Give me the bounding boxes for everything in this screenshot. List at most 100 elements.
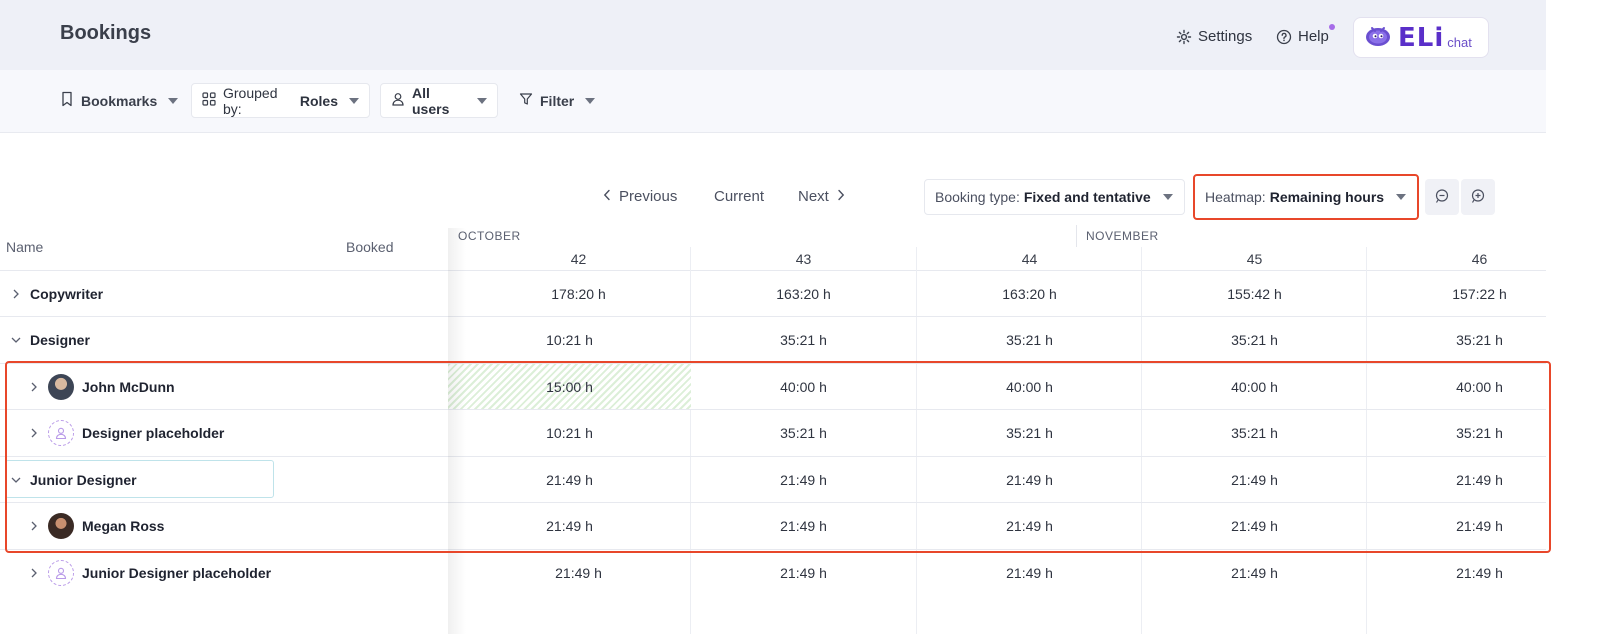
- table-cell[interactable]: 21:49 h: [917, 550, 1142, 596]
- cell-value: 21:49 h: [780, 518, 827, 534]
- help-button[interactable]: Help: [1276, 28, 1329, 45]
- cell-value: 35:21 h: [1006, 332, 1053, 348]
- funnel-icon: [519, 92, 533, 109]
- table-cell[interactable]: 35:21 h: [1142, 317, 1367, 363]
- cell-value: 21:49 h: [780, 565, 827, 581]
- previous-button[interactable]: Previous: [603, 188, 677, 205]
- bookmarks-label: Bookmarks: [81, 92, 158, 109]
- table-cell[interactable]: 35:21 h: [1367, 317, 1592, 363]
- table-cell[interactable]: 10:21 h: [448, 317, 691, 363]
- chevron-right-icon[interactable]: [28, 381, 40, 393]
- cell-value: 35:21 h: [1456, 425, 1503, 441]
- table-row[interactable]: John McDunn 15:00 h 40:00 h 40:00 h 40:0…: [0, 364, 1546, 410]
- table-cell[interactable]: 10:21 h: [448, 410, 691, 456]
- zoom-in-button[interactable]: [1461, 179, 1495, 215]
- table-cell[interactable]: 21:49 h: [1367, 550, 1592, 596]
- row-label-designer-placeholder[interactable]: Designer placeholder: [28, 410, 224, 456]
- table-cell[interactable]: 21:49 h: [917, 503, 1142, 549]
- users-dropdown[interactable]: All users: [380, 83, 498, 118]
- row-label-junior-designer-placeholder[interactable]: Junior Designer placeholder: [28, 550, 271, 596]
- month-divider: [1076, 225, 1077, 247]
- table-cell[interactable]: 35:21 h: [691, 410, 916, 456]
- caret-down-icon: [168, 97, 179, 104]
- eli-chat-button[interactable]: ELi chat: [1353, 17, 1489, 58]
- chevron-left-icon: [603, 188, 611, 205]
- table-cell[interactable]: 157:22 h: [1367, 271, 1592, 317]
- table-cell[interactable]: 40:00 h: [1142, 364, 1367, 410]
- grouped-by-dropdown[interactable]: Grouped by: Roles: [191, 83, 370, 118]
- cell-value: 10:21 h: [546, 425, 593, 441]
- table-cell[interactable]: 21:49 h: [448, 457, 691, 503]
- row-label-john-mcdunn[interactable]: John McDunn: [28, 364, 175, 410]
- table-cell[interactable]: 21:49 h: [691, 503, 916, 549]
- table-cell[interactable]: 35:21 h: [1367, 410, 1592, 456]
- table-cell[interactable]: 178:20 h: [466, 271, 691, 317]
- user-icon: [391, 92, 405, 109]
- row-label-text: Designer placeholder: [82, 425, 225, 441]
- chevron-right-icon[interactable]: [28, 567, 40, 579]
- table-cell[interactable]: 21:49 h: [448, 503, 691, 549]
- table-cell[interactable]: 35:21 h: [691, 317, 916, 363]
- column-header-booked[interactable]: Booked: [346, 239, 393, 255]
- column-header-name[interactable]: Name: [6, 239, 43, 255]
- filter-bar: Bookmarks Grouped by: Roles All users Fi…: [0, 70, 1546, 133]
- booking-type-dropdown[interactable]: Booking type: Fixed and tentative: [924, 179, 1185, 215]
- table-cell[interactable]: 21:49 h: [917, 457, 1142, 503]
- heatmap-prefix: Heatmap:: [1205, 189, 1266, 205]
- table-cell[interactable]: 155:42 h: [1142, 271, 1367, 317]
- row-label-junior-designer[interactable]: Junior Designer: [10, 457, 137, 503]
- table-cell[interactable]: 15:00 h: [448, 364, 691, 410]
- row-label-copywriter[interactable]: Copywriter: [10, 271, 103, 317]
- next-button[interactable]: Next: [798, 188, 845, 205]
- table-cell[interactable]: 163:20 h: [917, 271, 1142, 317]
- table-row[interactable]: Designer 10:21 h 35:21 h 35:21 h 35:21 h…: [0, 317, 1546, 363]
- chevron-right-icon[interactable]: [28, 520, 40, 532]
- settings-button[interactable]: Settings: [1176, 28, 1252, 45]
- cell-value: 35:21 h: [1456, 332, 1503, 348]
- zoom-out-icon: [1434, 188, 1450, 207]
- eli-mascot-icon: [1364, 24, 1392, 51]
- table-row[interactable]: Designer placeholder 10:21 h 35:21 h 35:…: [0, 410, 1592, 456]
- table-cell[interactable]: 40:00 h: [691, 364, 916, 410]
- current-button[interactable]: Current: [714, 188, 764, 205]
- table-cell[interactable]: 21:49 h: [691, 550, 916, 596]
- table-row[interactable]: Copywriter 178:20 h 163:20 h 163:20 h 15…: [0, 271, 1592, 317]
- row-label-designer[interactable]: Designer: [10, 317, 90, 363]
- table-cell[interactable]: 21:49 h: [1142, 550, 1367, 596]
- booking-type-value: Fixed and tentative: [1023, 189, 1151, 205]
- table-row[interactable]: Junior Designer 21:49 h 21:49 h 21:49 h …: [0, 457, 1592, 503]
- cell-value: 21:49 h: [1006, 518, 1053, 534]
- table-cell[interactable]: 21:49 h: [466, 550, 691, 596]
- chevron-right-icon: [837, 188, 845, 205]
- chevron-down-icon[interactable]: [10, 334, 22, 346]
- page-title: Bookings: [60, 22, 152, 44]
- table-cell[interactable]: 21:49 h: [1142, 457, 1367, 503]
- table-cell[interactable]: 21:49 h: [691, 457, 916, 503]
- filter-dropdown[interactable]: Filter: [509, 83, 605, 118]
- grouped-by-prefix: Grouped by:: [223, 84, 278, 117]
- cell-value: 155:42 h: [1227, 286, 1282, 302]
- help-label: Help: [1298, 28, 1329, 45]
- table-cell[interactable]: 21:49 h: [1367, 503, 1592, 549]
- table-cell[interactable]: 35:21 h: [1142, 410, 1367, 456]
- chevron-right-icon[interactable]: [10, 288, 22, 300]
- grid-icon: [202, 92, 216, 109]
- table-cell[interactable]: 35:21 h: [917, 410, 1142, 456]
- cell-value: 163:20 h: [1002, 286, 1057, 302]
- table-cell[interactable]: 35:21 h: [917, 317, 1142, 363]
- table-row[interactable]: Junior Designer placeholder 21:49 h 21:4…: [0, 550, 1546, 596]
- table-cell[interactable]: 40:00 h: [917, 364, 1142, 410]
- chevron-right-icon[interactable]: [28, 427, 40, 439]
- avatar: [48, 513, 74, 539]
- heatmap-dropdown[interactable]: Heatmap: Remaining hours: [1193, 174, 1419, 220]
- caret-down-icon: [349, 97, 359, 104]
- zoom-out-button[interactable]: [1425, 179, 1459, 215]
- chevron-down-icon[interactable]: [10, 474, 22, 486]
- bookmarks-dropdown[interactable]: Bookmarks: [50, 83, 188, 118]
- table-cell[interactable]: 21:49 h: [1142, 503, 1367, 549]
- table-row[interactable]: Megan Ross 21:49 h 21:49 h 21:49 h 21:49…: [0, 503, 1592, 549]
- table-cell[interactable]: 21:49 h: [1367, 457, 1592, 503]
- table-cell[interactable]: 163:20 h: [691, 271, 916, 317]
- row-label-megan-ross[interactable]: Megan Ross: [28, 503, 164, 549]
- table-cell[interactable]: 40:00 h: [1367, 364, 1592, 410]
